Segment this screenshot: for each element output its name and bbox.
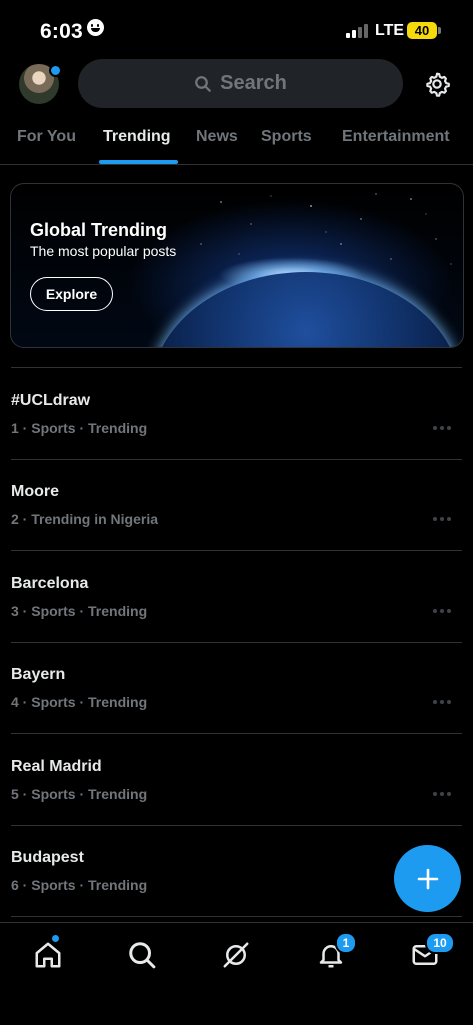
more-options-icon[interactable] bbox=[433, 425, 453, 431]
global-trending-banner[interactable]: Global Trending The most popular posts E… bbox=[10, 183, 464, 348]
cellular-signal-icon bbox=[346, 24, 370, 38]
divider bbox=[11, 642, 462, 643]
trend-title[interactable]: Barcelona bbox=[11, 575, 88, 593]
tab-entertainment[interactable]: Entertainment bbox=[342, 128, 450, 146]
trend-meta: 2 · Trending in Nigeria bbox=[11, 511, 159, 527]
status-time: 6:03 bbox=[40, 19, 104, 44]
more-options-icon[interactable] bbox=[433, 699, 453, 705]
more-options-icon[interactable] bbox=[433, 791, 453, 797]
trend-title[interactable]: Budapest bbox=[11, 849, 84, 867]
status-time-text: 6:03 bbox=[40, 20, 83, 43]
banner-title: Global Trending bbox=[30, 220, 168, 240]
trend-meta: 5 · Sports · Trending bbox=[11, 786, 148, 802]
home-unread-dot bbox=[52, 935, 59, 942]
search-label: Search bbox=[220, 72, 287, 94]
tab-sports[interactable]: Sports bbox=[261, 128, 312, 146]
more-options-icon[interactable] bbox=[433, 608, 453, 614]
search-bar[interactable]: Search bbox=[78, 59, 403, 108]
battery-level: 40 bbox=[407, 22, 437, 39]
divider bbox=[11, 825, 462, 826]
more-options-icon[interactable] bbox=[433, 516, 453, 522]
search-icon bbox=[195, 75, 212, 92]
trend-meta: 6 · Sports · Trending bbox=[11, 877, 148, 893]
bottom-navigation: 1 10 bbox=[0, 922, 473, 1025]
active-tab-indicator bbox=[99, 160, 178, 164]
trend-title[interactable]: Bayern bbox=[11, 666, 65, 684]
messages-badge: 10 bbox=[425, 932, 455, 954]
divider bbox=[11, 916, 462, 917]
banner-subtitle: The most popular posts bbox=[30, 243, 177, 259]
tab-trending[interactable]: Trending bbox=[103, 128, 171, 146]
divider bbox=[11, 459, 462, 460]
explore-button[interactable]: Explore bbox=[30, 277, 113, 311]
trend-title[interactable]: #UCLdraw bbox=[11, 392, 90, 410]
tab-news[interactable]: News bbox=[196, 128, 238, 146]
network-type: LTE bbox=[375, 22, 405, 39]
trend-meta: 3 · Sports · Trending bbox=[11, 603, 148, 619]
divider bbox=[11, 550, 462, 551]
home-icon[interactable] bbox=[33, 940, 63, 970]
battery-tip bbox=[438, 27, 441, 34]
trend-meta: 1 · Sports · Trending bbox=[11, 420, 148, 436]
avatar-notification-dot bbox=[49, 64, 62, 77]
compose-plus-icon bbox=[417, 868, 438, 889]
notifications-badge: 1 bbox=[335, 932, 357, 954]
trend-meta: 4 · Sports · Trending bbox=[11, 694, 148, 710]
compose-button[interactable] bbox=[394, 845, 461, 912]
explore-search-icon[interactable] bbox=[127, 940, 157, 970]
grok-icon[interactable] bbox=[221, 940, 251, 970]
settings-gear-icon[interactable] bbox=[424, 71, 450, 97]
divider bbox=[11, 733, 462, 734]
trend-title[interactable]: Moore bbox=[11, 483, 59, 501]
divider bbox=[11, 367, 462, 368]
trend-title[interactable]: Real Madrid bbox=[11, 758, 102, 776]
tab-bar: For You Trending News Sports Entertainme… bbox=[0, 118, 473, 165]
emoji-status-icon bbox=[86, 19, 104, 36]
tab-for-you[interactable]: For You bbox=[17, 128, 76, 146]
